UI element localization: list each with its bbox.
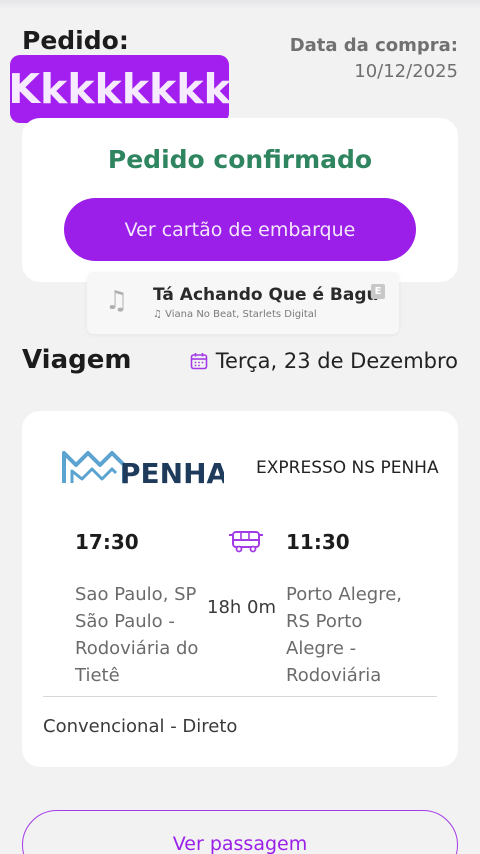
trip-date-text: Terça, 23 de Dezembro (215, 349, 458, 373)
top-shadow (0, 0, 480, 10)
music-note-icon: ♫ (105, 286, 129, 316)
view-ticket-label: Ver passagem (172, 833, 308, 854)
trip-card[interactable]: PENHA EXPRESSO NS PENHA 17:30 11:30 Sao … (22, 411, 458, 767)
purchase-date-label: Data da compra: (289, 35, 458, 56)
small-music-note-icon: ♫ (153, 309, 166, 320)
song-title: Tá Achando Que é Bagu (153, 285, 379, 305)
service-type: Convencional - Direto (43, 716, 238, 737)
trip-duration: 18h 0m (207, 597, 277, 618)
trip-date: Terça, 23 de Dezembro (190, 349, 458, 373)
bus-icon (229, 531, 263, 553)
trip-section-title: Viagem (22, 345, 132, 375)
boarding-pass-button[interactable]: Ver cartão de embarque (64, 198, 416, 261)
purchase-date: 10/12/2025 (354, 61, 458, 82)
arrival-time: 11:30 (286, 530, 350, 554)
explicit-badge: E (371, 284, 385, 299)
calendar-icon (190, 353, 208, 370)
order-code: Kkkkkkkk (8, 55, 231, 123)
song-artist-row: ♫ Viana No Beat, Starlets Digital (153, 309, 317, 320)
departure-place: Sao Paulo, SP São Paulo - Rodoviária do … (75, 584, 199, 686)
music-notification[interactable]: ♫ Tá Achando Que é Bagu ♫ Viana No Beat,… (87, 272, 399, 334)
divider (43, 696, 437, 697)
company-logo: PENHA (62, 451, 224, 490)
company-name: EXPRESSO NS PENHA (256, 458, 439, 478)
order-label: Pedido: (22, 26, 129, 55)
svg-text:PENHA: PENHA (120, 457, 224, 490)
confirmation-title: Pedido confirmado (107, 145, 373, 174)
departure-time: 17:30 (75, 530, 139, 554)
song-artist: Viana No Beat, Starlets Digital (165, 309, 317, 320)
view-ticket-button[interactable]: Ver passagem (22, 810, 458, 854)
confirmation-card: Pedido confirmado Ver cartão de embarque (22, 118, 458, 282)
arrival-place: Porto Alegre, RS Porto Alegre - Rodoviár… (286, 584, 403, 686)
